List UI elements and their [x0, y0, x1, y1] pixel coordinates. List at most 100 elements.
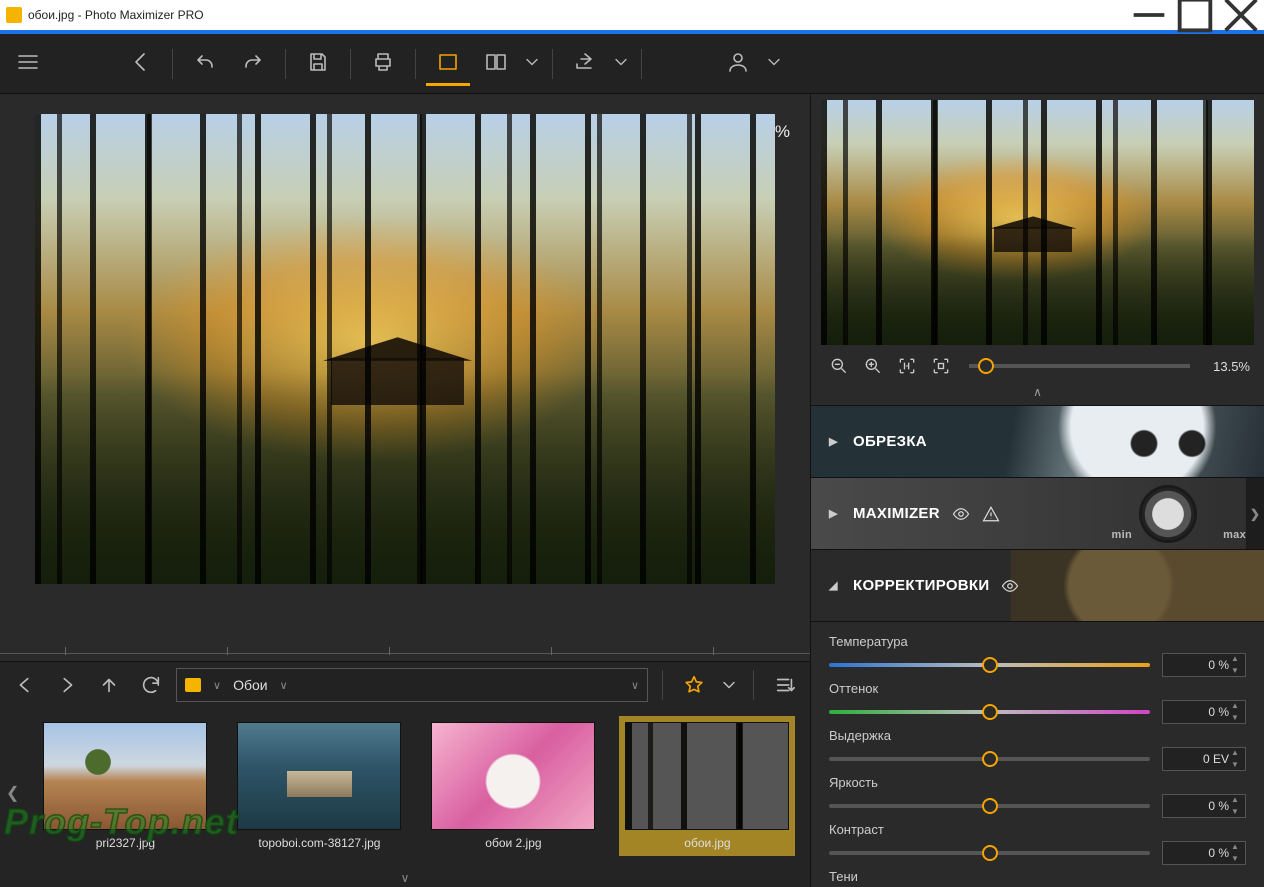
thumbnail-item[interactable]: обои 2.jpg — [425, 716, 601, 856]
thumbnail-strip: ❮ pri2327.jpg topoboi.com-38127.jpg обои 2… — [0, 708, 810, 869]
spinner-icon[interactable]: ▲▼ — [1231, 655, 1243, 675]
share-dropdown-button[interactable] — [611, 42, 631, 86]
window-minimize-button[interactable] — [1126, 0, 1172, 30]
app-icon — [6, 7, 22, 23]
sort-filter-button[interactable] — [768, 668, 802, 702]
thumb-prev-button[interactable]: ❮ — [6, 733, 19, 853]
titlebar: обои.jpg - Photo Maximizer PRO — [0, 0, 1264, 30]
collapse-icon: ◢ — [829, 579, 841, 592]
dial-graphic — [1142, 488, 1194, 540]
visibility-icon[interactable] — [1001, 577, 1019, 595]
preview-thumbnail[interactable] — [821, 100, 1254, 345]
slider-knob[interactable] — [982, 704, 998, 720]
thumbnail-image — [43, 722, 207, 830]
thumbnail-image — [237, 722, 401, 830]
slider-row: Температура 0 %▲▼ — [829, 634, 1246, 677]
folder-icon — [185, 678, 201, 692]
slider-row: Выдержка0 EV▲▼ — [829, 728, 1246, 771]
chevron-icon: ∨ — [280, 679, 288, 692]
thumbnail-item[interactable]: pri2327.jpg — [37, 716, 213, 856]
nav-up-button[interactable] — [92, 668, 126, 702]
thumbnail-filename: обои.jpg — [625, 836, 789, 850]
save-button[interactable] — [296, 42, 340, 86]
view-dropdown-button[interactable] — [522, 42, 542, 86]
separator — [662, 670, 663, 700]
slider-row: Оттенок 0 %▲▼ — [829, 681, 1246, 724]
spinner-icon[interactable]: ▲▼ — [1231, 749, 1243, 769]
visibility-icon[interactable] — [952, 505, 970, 523]
thumbnail-item[interactable]: topoboi.com-38127.jpg — [231, 716, 407, 856]
separator — [350, 49, 351, 79]
slider-value-input[interactable]: 0 EV▲▼ — [1162, 747, 1246, 771]
undo-button[interactable] — [183, 42, 227, 86]
preview-zoom-slider[interactable] — [969, 364, 1190, 368]
redo-button[interactable] — [231, 42, 275, 86]
path-dropdown-icon[interactable]: ∨ — [631, 679, 639, 692]
panel-expand-button[interactable]: ❯ — [1246, 478, 1264, 549]
thumbnail-filename: topoboi.com-38127.jpg — [237, 836, 401, 850]
slider-track[interactable] — [829, 804, 1150, 808]
account-button[interactable] — [716, 42, 760, 86]
favorite-dropdown-button[interactable] — [719, 668, 739, 702]
expand-icon: ▶ — [829, 507, 841, 520]
browser-toolbar: ∨ Обои ∨ ∨ — [0, 662, 810, 708]
slider-knob[interactable] — [982, 657, 998, 673]
nav-forward-button[interactable] — [50, 668, 84, 702]
window-maximize-button[interactable] — [1172, 0, 1218, 30]
thumbnail-filename: pri2327.jpg — [43, 836, 207, 850]
zoom-fit-icon[interactable] — [927, 353, 955, 379]
hamburger-menu-button[interactable] — [6, 42, 50, 86]
zoom-in-icon[interactable] — [859, 353, 887, 379]
slider-value-input[interactable]: 0 %▲▼ — [1162, 700, 1246, 724]
editor-column: 100.0% ∨ Обои ∨ ∨ — [0, 94, 810, 887]
print-button[interactable] — [361, 42, 405, 86]
accordion-adjustments[interactable]: ◢ КОРРЕКТИРОВКИ — [811, 550, 1264, 622]
slider-row: Яркость 0 %▲▼ — [829, 775, 1246, 818]
slider-track[interactable] — [829, 710, 1150, 714]
slider-row: Тени — [829, 869, 1246, 884]
accordion-adj-label: КОРРЕКТИРОВКИ — [853, 577, 989, 594]
slider-knob[interactable] — [982, 798, 998, 814]
canvas-image-content — [331, 358, 464, 405]
revert-button[interactable] — [118, 42, 162, 86]
slider-value-input[interactable]: 0 %▲▼ — [1162, 841, 1246, 865]
path-breadcrumb[interactable]: ∨ Обои ∨ ∨ — [176, 668, 648, 702]
nav-refresh-button[interactable] — [134, 668, 168, 702]
zoom-11-icon[interactable] — [893, 353, 921, 379]
favorite-button[interactable] — [677, 668, 711, 702]
preview-zoom-value: 13.5% — [1204, 359, 1250, 374]
slider-value-input[interactable]: 0 %▲▼ — [1162, 794, 1246, 818]
slider-label: Яркость — [829, 775, 1246, 790]
separator — [172, 49, 173, 79]
account-dropdown-button[interactable] — [764, 42, 784, 86]
slider-knob[interactable] — [982, 845, 998, 861]
browser-collapse-button[interactable]: ∨ — [0, 869, 810, 887]
spinner-icon[interactable]: ▲▼ — [1231, 796, 1243, 816]
spinner-icon[interactable]: ▲▼ — [1231, 843, 1243, 863]
preview-collapse-button[interactable]: ∧ — [811, 383, 1264, 405]
single-view-button[interactable] — [426, 42, 470, 86]
slider-track[interactable] — [829, 757, 1150, 761]
window-close-button[interactable] — [1218, 0, 1264, 30]
separator — [641, 49, 642, 79]
warning-icon — [982, 505, 1000, 523]
thumbnail-image — [625, 722, 789, 830]
expand-icon: ▶ — [829, 435, 841, 448]
main-canvas[interactable] — [35, 114, 775, 584]
slider-track[interactable] — [829, 851, 1150, 855]
slider-label: Температура — [829, 634, 1246, 649]
accordion-maximizer[interactable]: ▶ MAXIMIZER min max ❯ — [811, 478, 1264, 550]
accordion-crop[interactable]: ▶ ОБРЕЗКА — [811, 406, 1264, 478]
share-button[interactable] — [563, 42, 607, 86]
slider-knob[interactable] — [982, 751, 998, 767]
thumbnail-item[interactable]: обои.jpg — [619, 716, 795, 856]
slider-value-input[interactable]: 0 %▲▼ — [1162, 653, 1246, 677]
slider-label: Оттенок — [829, 681, 1246, 696]
compare-view-button[interactable] — [474, 42, 518, 86]
slider-track[interactable] — [829, 663, 1150, 667]
adjustment-sliders: Температура 0 %▲▼ Оттенок 0 %▲▼ Выдержка0 EV… — [811, 622, 1264, 887]
nav-back-button[interactable] — [8, 668, 42, 702]
zoom-out-icon[interactable] — [825, 353, 853, 379]
window-title: обои.jpg - Photo Maximizer PRO — [28, 8, 1126, 22]
spinner-icon[interactable]: ▲▼ — [1231, 702, 1243, 722]
